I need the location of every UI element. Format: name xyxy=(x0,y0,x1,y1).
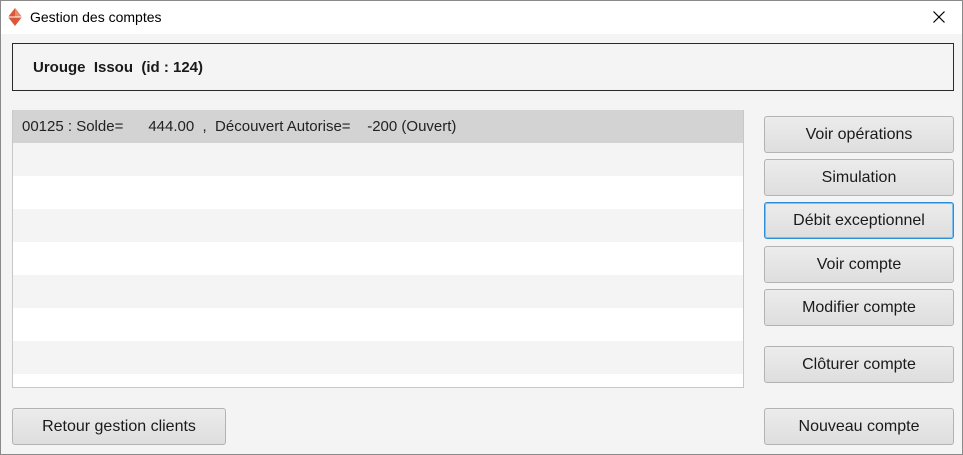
accounts-list[interactable]: 00125 : Solde= 444.00 , Découvert Autori… xyxy=(12,110,744,388)
client-header-panel: Urouge Issou (id : 124) xyxy=(12,43,954,91)
simulation-button[interactable]: Simulation xyxy=(764,159,954,196)
list-item[interactable] xyxy=(13,176,743,209)
title-bar: Gestion des comptes xyxy=(1,1,962,34)
modifier-compte-button[interactable]: Modifier compte xyxy=(764,289,954,326)
list-item[interactable] xyxy=(13,374,743,387)
client-name-label: Urouge Issou (id : 124) xyxy=(33,59,204,76)
window-title: Gestion des comptes xyxy=(30,9,162,25)
list-item[interactable] xyxy=(13,143,743,176)
debit-exceptionnel-button[interactable]: Débit exceptionnel xyxy=(764,202,954,239)
app-logo-icon xyxy=(8,8,22,26)
voir-compte-button[interactable]: Voir compte xyxy=(764,246,954,283)
close-icon xyxy=(933,11,945,23)
cloturer-compte-button[interactable]: Clôturer compte xyxy=(764,346,954,383)
window: Gestion des comptes Urouge Issou (id : 1… xyxy=(0,0,963,455)
nouveau-compte-button[interactable]: Nouveau compte xyxy=(764,408,954,445)
list-item[interactable] xyxy=(13,209,743,242)
list-item[interactable] xyxy=(13,275,743,308)
retour-gestion-clients-button[interactable]: Retour gestion clients xyxy=(12,408,226,445)
list-item[interactable] xyxy=(13,242,743,275)
list-item[interactable]: 00125 : Solde= 444.00 , Découvert Autori… xyxy=(13,110,743,143)
list-item[interactable] xyxy=(13,308,743,341)
voir-operations-button[interactable]: Voir opérations xyxy=(764,116,954,153)
list-item[interactable] xyxy=(13,341,743,374)
close-button[interactable] xyxy=(916,1,962,33)
